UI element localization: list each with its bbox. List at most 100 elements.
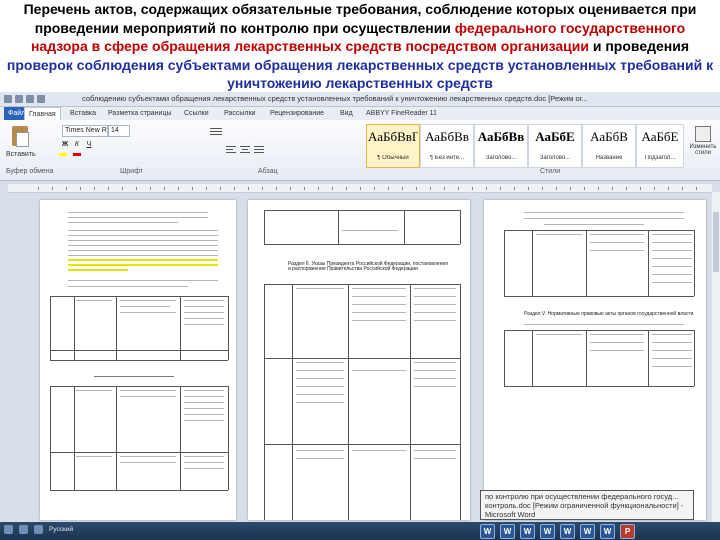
scrollbar-thumb[interactable] [713,212,719,272]
ruler-tick [192,187,193,190]
ruler-tick [38,187,39,190]
ruler-tick [220,187,221,190]
ruler-tick [304,187,305,190]
ruler-tick [444,187,445,190]
underline-button[interactable]: Ч [84,140,94,150]
font-color-icon[interactable] [73,153,81,156]
ruler-tick [122,187,123,190]
ruler-tick [654,187,655,190]
document-title: соблюдению субъектами обращения лекарств… [82,94,588,103]
ruler-tick [556,187,557,190]
start-icon[interactable] [4,525,13,534]
word-taskbar-icon[interactable]: W [560,524,575,539]
document-page-3: Раздел V. Нормативные правовые акты орга… [484,200,706,520]
tab-mailings[interactable]: Рассылки [224,107,255,120]
style-name: Заголово... [485,155,517,161]
ruler-tick [178,187,179,190]
word-taskbar-icon[interactable]: W [480,524,495,539]
save-icon[interactable] [15,95,23,103]
ruler-tick [514,187,515,190]
font-name-field[interactable]: Times New R [62,125,108,137]
style-title[interactable]: АаБбВ Название [582,124,636,168]
undo-icon[interactable] [26,95,34,103]
explorer-icon[interactable] [19,525,28,534]
style-name: Название [595,155,623,161]
title-line-5: уничтожению лекарственных средств [227,75,493,91]
change-styles-icon [695,126,711,142]
title-line-2: проведении мероприятий по контролю при о… [34,19,455,36]
ruler-tick [500,187,501,190]
powerpoint-taskbar-icon[interactable]: P [620,524,635,539]
style-sample: АаБбЕ [641,129,679,144]
change-styles-button[interactable]: Изменить стили [688,124,718,166]
style-sample: АаБбВв [425,129,469,144]
ruler-tick [430,187,431,190]
ruler-tick [248,187,249,190]
ruler-tick [276,187,277,190]
slide-title: Перечень актов, содержащих обязательные … [4,0,716,93]
ruler-tick [696,187,697,190]
style-no-spacing[interactable]: АаБбВв ¶ Без инте... [420,124,474,168]
font-group-label: Шрифт [120,168,144,175]
ruler-tick [318,187,319,190]
style-sample: АаБбВ [590,129,628,144]
ruler-tick [598,187,599,190]
word-screenshot: соблюдению субъектами обращения лекарств… [0,92,720,540]
tab-view[interactable]: Вид [340,107,353,120]
language-indicator[interactable]: Русский [49,526,73,533]
ruler-tick [542,187,543,190]
ruler-tick [584,187,585,190]
title-line-3-highlight: надзора в сфере обращения лекарственных … [30,38,589,54]
styles-gallery: АаБбВвГ ¶ Обычный АаБбВв ¶ Без инте... А… [366,124,684,168]
title-line-2-highlight: федерального государственного [454,19,686,36]
font-size-field[interactable]: 14 [108,125,130,137]
ruler [8,184,712,193]
ruler-tick [640,187,641,190]
ruler-tick [360,187,361,190]
word-taskbar-icon[interactable]: W [540,524,555,539]
tab-insert[interactable]: Вставка [70,107,96,120]
ruler-tick [52,187,53,190]
style-name: ¶ Без инте... [429,155,465,161]
ruler-tick [388,187,389,190]
highlight-color-icon[interactable] [59,153,67,156]
tab-review[interactable]: Рецензирование [270,107,324,120]
ruler-tick [472,187,473,190]
style-subtitle[interactable]: АаБбЕ Подзагол... [636,124,684,168]
word-taskbar-icon[interactable]: W [520,524,535,539]
ruler-tick [262,187,263,190]
style-name: Подзагол... [644,155,676,161]
document-page-2: Раздел II. Указы Президента Российской Ф… [248,200,470,520]
style-heading-1[interactable]: АаБбВв Заголово... [474,124,528,168]
tab-page-layout[interactable]: Разметка страницы [108,107,172,120]
page3-section-heading: Раздел V. Нормативные правовые акты орга… [524,311,694,317]
redo-icon[interactable] [37,95,45,103]
style-name: Заголово... [539,155,571,161]
tab-home[interactable]: Главная [24,107,61,121]
ruler-tick [402,187,403,190]
highlighted-text [68,259,218,261]
word-taskbar-icon[interactable]: W [600,524,615,539]
title-line-4: проверок соблюдения субъектами обращения… [6,56,714,73]
ruler-tick [94,187,95,190]
style-sample: АаБбЕ [535,129,575,144]
vertical-scrollbar[interactable] [712,192,720,522]
word-icon[interactable] [4,95,12,103]
ribbon-tabs: Файл Главная Вставка Разметка страницы С… [0,107,720,121]
style-normal[interactable]: АаБбВвГ ¶ Обычный [366,124,420,168]
ruler-tick [486,187,487,190]
word-taskbar-icon[interactable]: W [580,524,595,539]
paste-button[interactable]: Вставить [6,124,36,164]
italic-button[interactable]: К [72,140,82,150]
browser-icon[interactable] [34,525,43,534]
style-heading-2[interactable]: АаБбЕ Заголово... [528,124,582,168]
bold-button[interactable]: Ж [60,140,70,150]
word-taskbar-icon[interactable]: W [500,524,515,539]
tab-abbyy[interactable]: ABBYY FineReader 11 [366,107,437,120]
quick-access-toolbar [4,92,80,106]
paste-label: Вставить [6,151,36,158]
title-line-1: Перечень актов, содержащих обязательные … [23,1,697,17]
ruler-tick [416,187,417,190]
ruler-tick [136,187,137,190]
tab-references[interactable]: Ссылки [184,107,209,120]
